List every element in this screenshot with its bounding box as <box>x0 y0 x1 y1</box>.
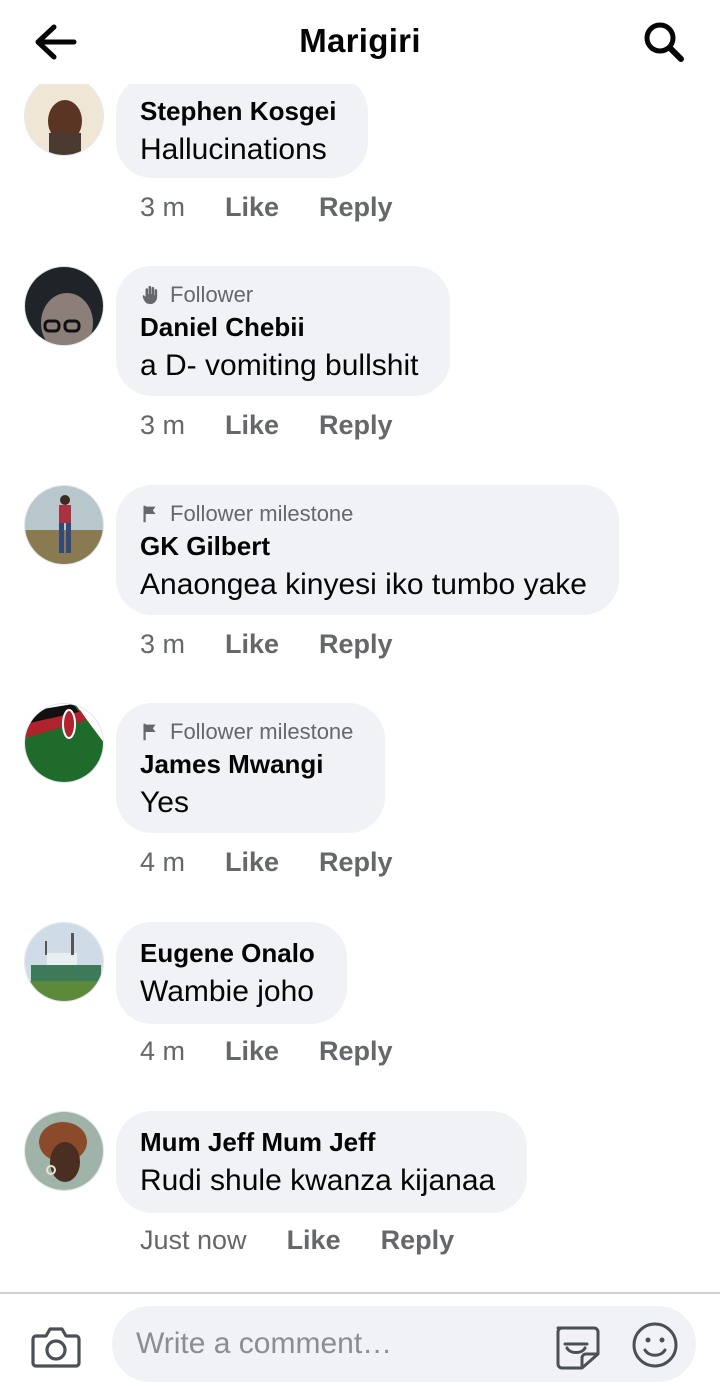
flag-icon <box>143 723 156 741</box>
avatar[interactable] <box>24 76 104 156</box>
comment-actions: 3 m Like Reply <box>140 410 433 441</box>
avatar[interactable] <box>24 1111 104 1191</box>
like-button[interactable]: Like <box>225 847 279 878</box>
comment-bubble[interactable]: Eugene Onalo Wambie joho <box>116 922 347 1024</box>
search-button[interactable] <box>640 20 688 64</box>
comment-author[interactable]: Mum Jeff Mum Jeff <box>140 1125 495 1159</box>
comment-actions: 4 m Like Reply <box>140 1036 433 1067</box>
comment-input[interactable] <box>136 1306 526 1382</box>
reply-button[interactable]: Reply <box>319 629 393 660</box>
comment-author[interactable]: GK Gilbert <box>140 529 587 563</box>
comment-bubble[interactable]: Follower Daniel Chebii a D- vomiting bul… <box>116 266 451 396</box>
sticker-button[interactable] <box>550 1320 602 1372</box>
badge-label: Follower milestone <box>170 719 354 744</box>
camera-button[interactable] <box>30 1324 82 1370</box>
comment-author[interactable]: Daniel Chebii <box>140 310 418 344</box>
reply-button[interactable]: Reply <box>319 847 393 878</box>
comment-actions: Just now Like Reply <box>140 1225 494 1256</box>
emoji-icon <box>632 1322 678 1368</box>
avatar[interactable] <box>24 266 104 346</box>
emoji-button[interactable] <box>630 1320 680 1370</box>
comments-list: Stephen Kosgei Hallucinations 3 m Like R… <box>0 0 720 1292</box>
comment-author[interactable]: James Mwangi <box>140 747 353 781</box>
like-button[interactable]: Like <box>287 1225 341 1256</box>
badge-label: Follower milestone <box>170 501 354 526</box>
comment-text: Hallucinations <box>140 133 327 166</box>
avatar[interactable] <box>24 485 104 565</box>
comment-text: Yes <box>140 786 189 819</box>
comment-composer <box>0 1292 720 1386</box>
comment-actions: 3 m Like Reply <box>140 629 433 660</box>
comment-actions: 4 m Like Reply <box>140 847 433 878</box>
comment-bubble[interactable]: Follower milestone GK Gilbert Anaongea k… <box>116 485 619 615</box>
like-button[interactable]: Like <box>225 410 279 441</box>
reply-button[interactable]: Reply <box>319 192 393 223</box>
sticker-icon <box>556 1326 600 1370</box>
search-icon <box>644 22 684 62</box>
waving-hand-icon <box>142 285 158 305</box>
comment-bubble[interactable]: Stephen Kosgei Hallucinations <box>116 76 369 178</box>
like-button[interactable]: Like <box>225 629 279 660</box>
comment-time[interactable]: 3 m <box>140 192 185 223</box>
comment-time[interactable]: 3 m <box>140 410 185 441</box>
milestone-badge: Follower milestone <box>140 499 587 529</box>
badge-label: Follower <box>170 282 254 307</box>
comment-input-box[interactable] <box>112 1306 696 1382</box>
camera-icon <box>31 1327 81 1368</box>
top-bar: Marigiri <box>0 0 720 84</box>
like-button[interactable]: Like <box>225 192 279 223</box>
comment-bubble[interactable]: Mum Jeff Mum Jeff Rudi shule kwanza kija… <box>116 1111 528 1213</box>
comment-actions: 3 m Like Reply <box>140 192 433 223</box>
avatar[interactable] <box>24 703 104 783</box>
reply-button[interactable]: Reply <box>381 1225 455 1256</box>
flag-icon <box>143 505 156 523</box>
comment-author[interactable]: Stephen Kosgei <box>140 94 336 128</box>
comment-text: Rudi shule kwanza kijanaa <box>140 1164 496 1197</box>
follower-badge: Follower <box>140 280 418 310</box>
comment-time[interactable]: 4 m <box>140 847 185 878</box>
comment-text: Wambie joho <box>140 975 314 1008</box>
comment-author[interactable]: Eugene Onalo <box>140 936 315 970</box>
like-button[interactable]: Like <box>225 1036 279 1067</box>
comment-time[interactable]: 4 m <box>140 1036 185 1067</box>
comment-text: Anaongea kinyesi iko tumbo yake <box>140 568 587 601</box>
milestone-badge: Follower milestone <box>140 717 353 747</box>
comment-text: a D- vomiting bullshit <box>140 349 419 382</box>
comment-time[interactable]: Just now <box>140 1225 247 1256</box>
comment-time[interactable]: 3 m <box>140 629 185 660</box>
page-title: Marigiri <box>299 22 421 59</box>
avatar[interactable] <box>24 922 104 1002</box>
comment-bubble[interactable]: Follower milestone James Mwangi Yes <box>116 703 386 833</box>
reply-button[interactable]: Reply <box>319 410 393 441</box>
reply-button[interactable]: Reply <box>319 1036 393 1067</box>
